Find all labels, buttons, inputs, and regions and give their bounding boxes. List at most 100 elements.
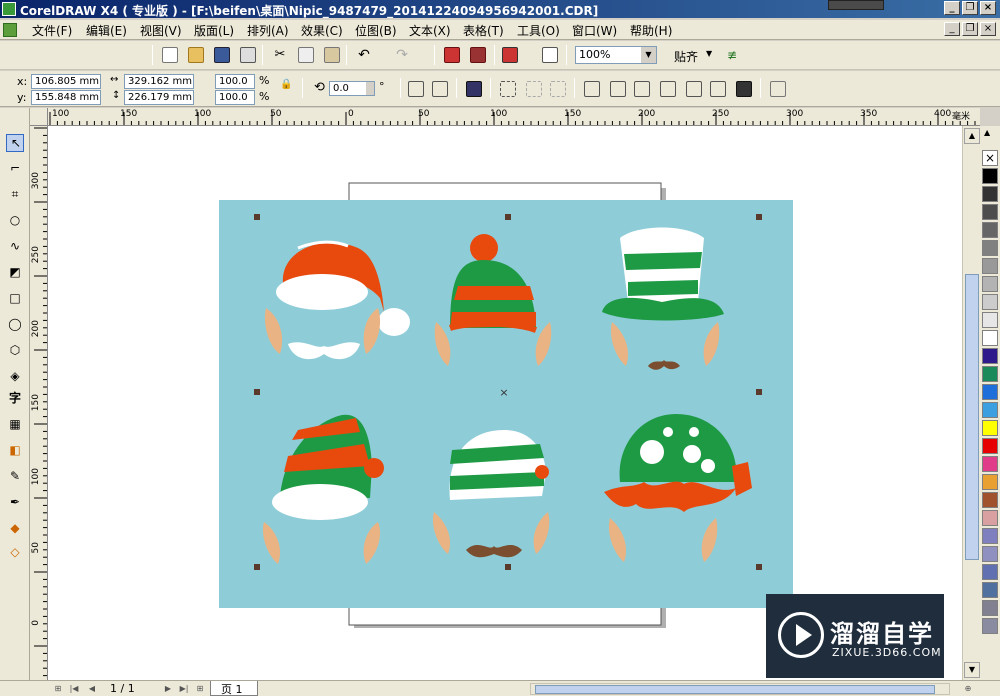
x-position-field[interactable]: 106.805 mm [31, 74, 101, 89]
menu-layout[interactable]: 版面(L) [194, 22, 234, 39]
shape-tool[interactable]: ⌐ [6, 160, 24, 178]
resize-handle-left[interactable] [254, 389, 260, 395]
freehand-tool[interactable]: ∿ [6, 238, 24, 256]
ruler-corner[interactable] [30, 108, 48, 126]
resize-handle-top-left[interactable] [254, 214, 260, 220]
color-swatch[interactable] [982, 276, 998, 292]
ellipse-tool[interactable]: ◯ [6, 316, 24, 334]
color-swatch[interactable] [982, 204, 998, 220]
color-swatch[interactable] [982, 258, 998, 274]
doc-restore-button[interactable]: ❐ [962, 22, 978, 36]
trim-icon[interactable] [634, 81, 650, 97]
color-swatch[interactable] [982, 582, 998, 598]
menu-tools[interactable]: 工具(O) [517, 22, 560, 39]
save-icon[interactable] [214, 47, 230, 63]
y-position-field[interactable]: 155.848 mm [31, 90, 101, 105]
color-swatch[interactable] [982, 168, 998, 184]
scroll-up-button[interactable]: ▲ [964, 128, 980, 144]
menu-arrange[interactable]: 排列(A) [247, 22, 289, 39]
no-fill-swatch[interactable]: × [982, 150, 998, 166]
arrange-icon[interactable] [466, 81, 482, 97]
vertical-scrollbar[interactable]: ▲ ▼ [962, 126, 980, 680]
minimize-window-button[interactable]: _ [944, 1, 960, 15]
menu-effects[interactable]: 效果(C) [301, 22, 343, 39]
zoom-navigator-icon[interactable]: ⊕ [962, 683, 974, 695]
rotation-angle-field[interactable]: 0.0 [329, 81, 375, 96]
interactive-fill-tool[interactable]: ◇ [6, 544, 24, 562]
first-page-button[interactable]: |◀ [68, 683, 80, 695]
resize-handle-top-right[interactable] [756, 214, 762, 220]
menu-help[interactable]: 帮助(H) [630, 22, 672, 39]
scroll-down-button[interactable]: ▼ [964, 662, 980, 678]
color-swatch[interactable] [982, 510, 998, 526]
insert-page-before-icon[interactable]: ⊞ [52, 683, 64, 695]
resize-handle-bottom[interactable] [505, 564, 511, 570]
polygon-tool[interactable]: ⬡ [6, 342, 24, 360]
color-swatch[interactable] [982, 186, 998, 202]
previous-page-button[interactable]: ◀ [86, 683, 98, 695]
interactive-blend-tool[interactable]: ◧ [6, 442, 24, 460]
color-swatch[interactable] [982, 366, 998, 382]
palette-scroll-up-icon[interactable]: ▲ [984, 128, 990, 137]
eyedropper-tool[interactable]: ✎ [6, 468, 24, 486]
fill-tool[interactable]: ◆ [6, 520, 24, 538]
height-field[interactable]: 226.179 mm [124, 90, 194, 105]
document-icon[interactable] [3, 23, 17, 37]
ungroup-icon[interactable] [526, 81, 542, 97]
color-swatch[interactable] [982, 546, 998, 562]
color-swatch[interactable] [982, 330, 998, 346]
zoom-tool[interactable]: ○ [6, 212, 24, 230]
color-swatch[interactable] [982, 222, 998, 238]
menu-window[interactable]: 窗口(W) [572, 22, 617, 39]
menu-table[interactable]: 表格(T) [463, 22, 504, 39]
scale-y-field[interactable]: 100.0 [215, 90, 255, 105]
next-page-button[interactable]: ▶ [162, 683, 174, 695]
paste-icon[interactable] [324, 47, 340, 63]
color-swatch[interactable] [982, 420, 998, 436]
combine-icon[interactable] [584, 81, 600, 97]
snap-dropdown-chevron-icon[interactable]: ▼ [706, 49, 712, 58]
color-swatch[interactable] [982, 618, 998, 634]
restore-window-button[interactable]: ❐ [962, 1, 978, 15]
horizontal-scroll-thumb[interactable] [535, 685, 935, 694]
color-swatch[interactable] [982, 402, 998, 418]
basic-shapes-tool[interactable]: ◈ [6, 368, 24, 386]
simplify-icon[interactable] [686, 81, 702, 97]
intersect-icon[interactable] [660, 81, 676, 97]
create-boundary-icon[interactable] [770, 81, 786, 97]
page-tab[interactable]: 页 1 [210, 681, 258, 696]
color-swatch[interactable] [982, 294, 998, 310]
color-swatch[interactable] [982, 240, 998, 256]
redo-icon[interactable]: ↷ [394, 47, 410, 63]
outline-tool[interactable]: ✒ [6, 494, 24, 512]
color-swatch[interactable] [982, 528, 998, 544]
lock-ratio-icon[interactable]: 🔒 [280, 79, 292, 90]
menu-bitmaps[interactable]: 位图(B) [355, 22, 397, 39]
group-icon[interactable] [500, 81, 516, 97]
last-page-button[interactable]: ▶| [178, 683, 190, 695]
mirror-vertical-icon[interactable] [432, 81, 448, 97]
width-field[interactable]: 329.162 mm [124, 74, 194, 89]
vertical-ruler[interactable]: 300 250 200 150 100 50 0 [30, 126, 48, 680]
horizontal-scrollbar[interactable] [530, 683, 950, 695]
insert-page-after-icon[interactable]: ⊞ [194, 683, 206, 695]
color-swatch[interactable] [982, 312, 998, 328]
color-swatch[interactable] [982, 564, 998, 580]
pick-tool[interactable]: ↖ [6, 134, 24, 152]
export-icon[interactable] [470, 47, 486, 63]
color-swatch[interactable] [982, 438, 998, 454]
doc-minimize-button[interactable]: _ [944, 22, 960, 36]
text-tool[interactable]: 字 [6, 390, 24, 408]
resize-handle-bottom-right[interactable] [756, 564, 762, 570]
print-icon[interactable] [240, 47, 256, 63]
color-swatch[interactable] [982, 348, 998, 364]
smart-fill-tool[interactable]: ◩ [6, 264, 24, 282]
copy-icon[interactable] [298, 47, 314, 63]
resize-handle-right[interactable] [756, 389, 762, 395]
color-swatch[interactable] [982, 474, 998, 490]
crop-tool[interactable]: ⌗ [6, 186, 24, 204]
color-swatch[interactable] [982, 600, 998, 616]
rectangle-tool[interactable]: □ [6, 290, 24, 308]
menu-edit[interactable]: 编辑(E) [86, 22, 127, 39]
color-swatch[interactable] [982, 456, 998, 472]
